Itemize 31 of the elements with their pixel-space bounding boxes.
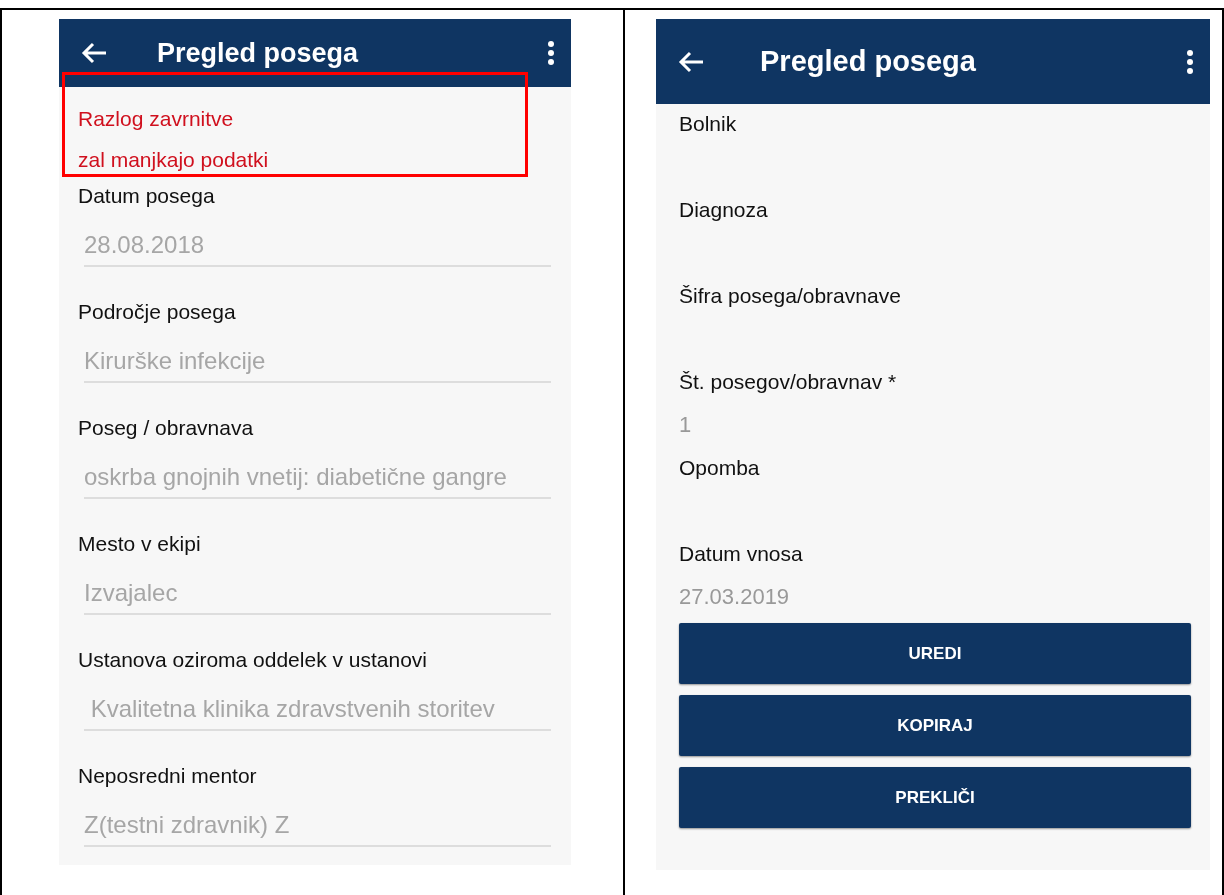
field-label: Mesto v ekipi — [78, 531, 202, 557]
field-label: Diagnoza — [679, 197, 769, 223]
back-arrow-icon[interactable] — [81, 42, 107, 64]
field-label: Šifra posega/obravnave — [679, 283, 902, 309]
field-label: Bolnik — [679, 111, 738, 137]
field-label: Opomba — [679, 455, 761, 481]
action-button[interactable]: UREDI — [679, 623, 1191, 684]
rejection-reason-text: zal manjkajo podatki — [78, 147, 270, 173]
field-label: Št. posegov/obravnav * — [679, 369, 898, 395]
input-field[interactable]: Kirurške infekcije — [84, 335, 551, 383]
field-value: 1 — [679, 411, 693, 439]
more-options-icon[interactable] — [547, 40, 555, 66]
screen-title: Pregled posega — [760, 45, 977, 78]
input-field[interactable]: oskrba gnojnih vnetij: diabetične gangre — [84, 451, 551, 499]
input-field[interactable]: Izvajalec — [84, 567, 551, 615]
field-label: Ustanova oziroma oddelek v ustanovi — [78, 647, 429, 673]
action-button[interactable]: PREKLIČI — [679, 767, 1191, 828]
field-label: Datum posega — [78, 183, 216, 209]
back-arrow-icon[interactable] — [678, 50, 704, 73]
more-options-icon[interactable] — [1186, 48, 1194, 75]
field-label: Področje posega — [78, 299, 237, 325]
field-label: Poseg / obravnava — [78, 415, 255, 441]
action-button[interactable]: KOPIRAJ — [679, 695, 1191, 756]
field-label: Datum vnosa — [679, 541, 804, 567]
field-value: 27.03.2019 — [679, 583, 791, 611]
input-field[interactable]: Kvalitetna klinika zdravstvenih storitev — [84, 683, 551, 731]
screen-title: Pregled posega — [157, 37, 360, 69]
input-field[interactable]: Z(testni zdravnik) Z — [84, 799, 551, 847]
input-field[interactable]: 28.08.2018 — [84, 219, 551, 267]
field-label: Neposredni mentor — [78, 763, 258, 789]
rejection-reason-label: Razlog zavrnitve — [78, 106, 235, 132]
